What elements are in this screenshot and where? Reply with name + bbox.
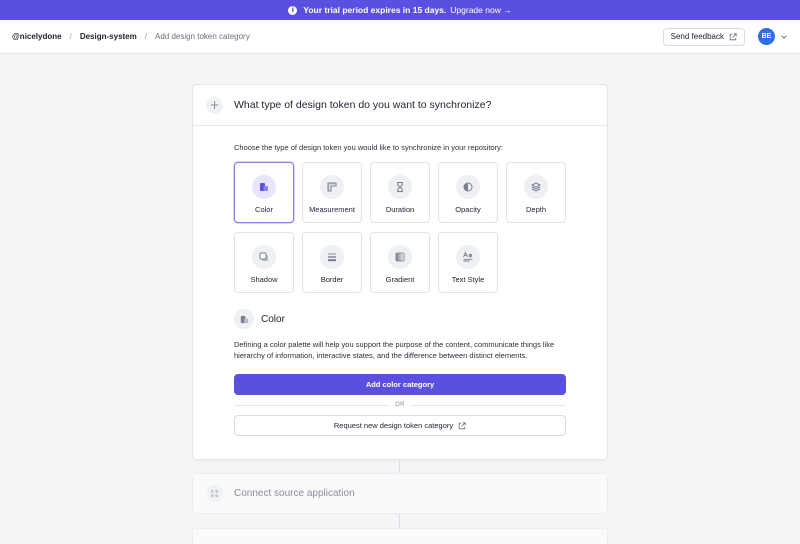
token-type-grid: Color Measurement Duration Opacity Depth…	[234, 162, 566, 293]
send-feedback-button[interactable]: Send feedback	[662, 27, 745, 46]
token-tile-shadow[interactable]: Shadow	[234, 232, 294, 293]
trial-message: Your trial period expires in 15 days.	[303, 5, 447, 15]
top-bar: @nicelydone / Design-system / Add design…	[0, 20, 800, 54]
connect-source-step-card[interactable]: Connect source application	[192, 473, 608, 514]
grid-icon	[206, 485, 223, 502]
plus-icon: +	[206, 96, 223, 114]
external-link-icon	[729, 32, 737, 40]
avatar[interactable]: BE	[758, 28, 775, 45]
tile-label: Measurement	[309, 205, 355, 214]
tile-label: Depth	[525, 205, 546, 214]
external-link-icon	[458, 421, 466, 429]
info-icon: i	[288, 5, 298, 15]
token-tile-depth[interactable]: Depth	[506, 162, 566, 223]
breadcrumb-org[interactable]: @nicelydone	[12, 32, 62, 41]
request-token-category-button[interactable]: Request new design token category	[234, 415, 566, 436]
token-type-step-card: + What type of design token do you want …	[192, 84, 608, 460]
token-tile-measurement[interactable]: Measurement	[302, 162, 362, 223]
token-tile-text-style[interactable]: Text Style	[438, 232, 498, 293]
token-tile-opacity[interactable]: Opacity	[438, 162, 498, 223]
token-tile-color[interactable]: Color	[234, 162, 294, 223]
breadcrumb-separator: /	[144, 32, 147, 41]
layers-icon	[530, 182, 542, 192]
ruler-icon	[327, 182, 337, 192]
tile-label: Opacity	[455, 205, 481, 214]
opacity-icon	[463, 182, 473, 192]
chevron-down-icon[interactable]	[780, 33, 788, 41]
instruction-text: Choose the type of design token you woul…	[234, 143, 503, 152]
step-connector	[399, 514, 400, 528]
color-swatch-icon	[240, 315, 248, 323]
tile-label: Border	[320, 275, 344, 284]
tile-label: Text Style	[451, 275, 485, 284]
token-tile-border[interactable]: Border	[302, 232, 362, 293]
color-swatch-icon	[260, 183, 268, 191]
token-tile-gradient[interactable]: Gradient	[370, 232, 430, 293]
shadow-icon	[259, 252, 268, 261]
breadcrumb-project[interactable]: Design-system	[80, 32, 137, 41]
selected-type-header: Color	[234, 309, 566, 329]
or-label: OR	[395, 402, 405, 408]
step-header: + What type of design token do you want …	[193, 85, 607, 126]
step-connector	[399, 460, 400, 473]
upgrade-link[interactable]: Upgrade now →	[450, 5, 511, 15]
send-feedback-label: Send feedback	[670, 32, 724, 41]
token-tile-duration[interactable]: Duration	[370, 162, 430, 223]
tile-label: Gradient	[385, 275, 415, 284]
tile-label: Shadow	[250, 275, 278, 284]
selected-type-title: Color	[261, 313, 285, 325]
border-icon	[328, 253, 336, 262]
tile-label: Duration	[385, 205, 415, 214]
add-color-category-button[interactable]: Add color category	[234, 374, 566, 395]
breadcrumb-separator: /	[69, 32, 72, 41]
tile-label: Color	[255, 205, 273, 214]
next-step-card[interactable]	[192, 528, 608, 544]
step-title: Connect source application	[234, 488, 355, 499]
selected-type-description: Defining a color palette will help you s…	[234, 340, 555, 360]
step-title: What type of design token do you want to…	[234, 99, 492, 111]
or-divider: OR	[234, 402, 566, 408]
breadcrumb: @nicelydone / Design-system / Add design…	[12, 32, 250, 41]
hourglass-icon	[397, 182, 403, 192]
text-style-icon	[463, 251, 473, 262]
breadcrumb-current: Add design token category	[154, 32, 250, 41]
trial-banner: i Your trial period expires in 15 days. …	[0, 0, 800, 20]
request-token-category-label: Request new design token category	[333, 421, 454, 430]
gradient-icon	[395, 252, 405, 262]
